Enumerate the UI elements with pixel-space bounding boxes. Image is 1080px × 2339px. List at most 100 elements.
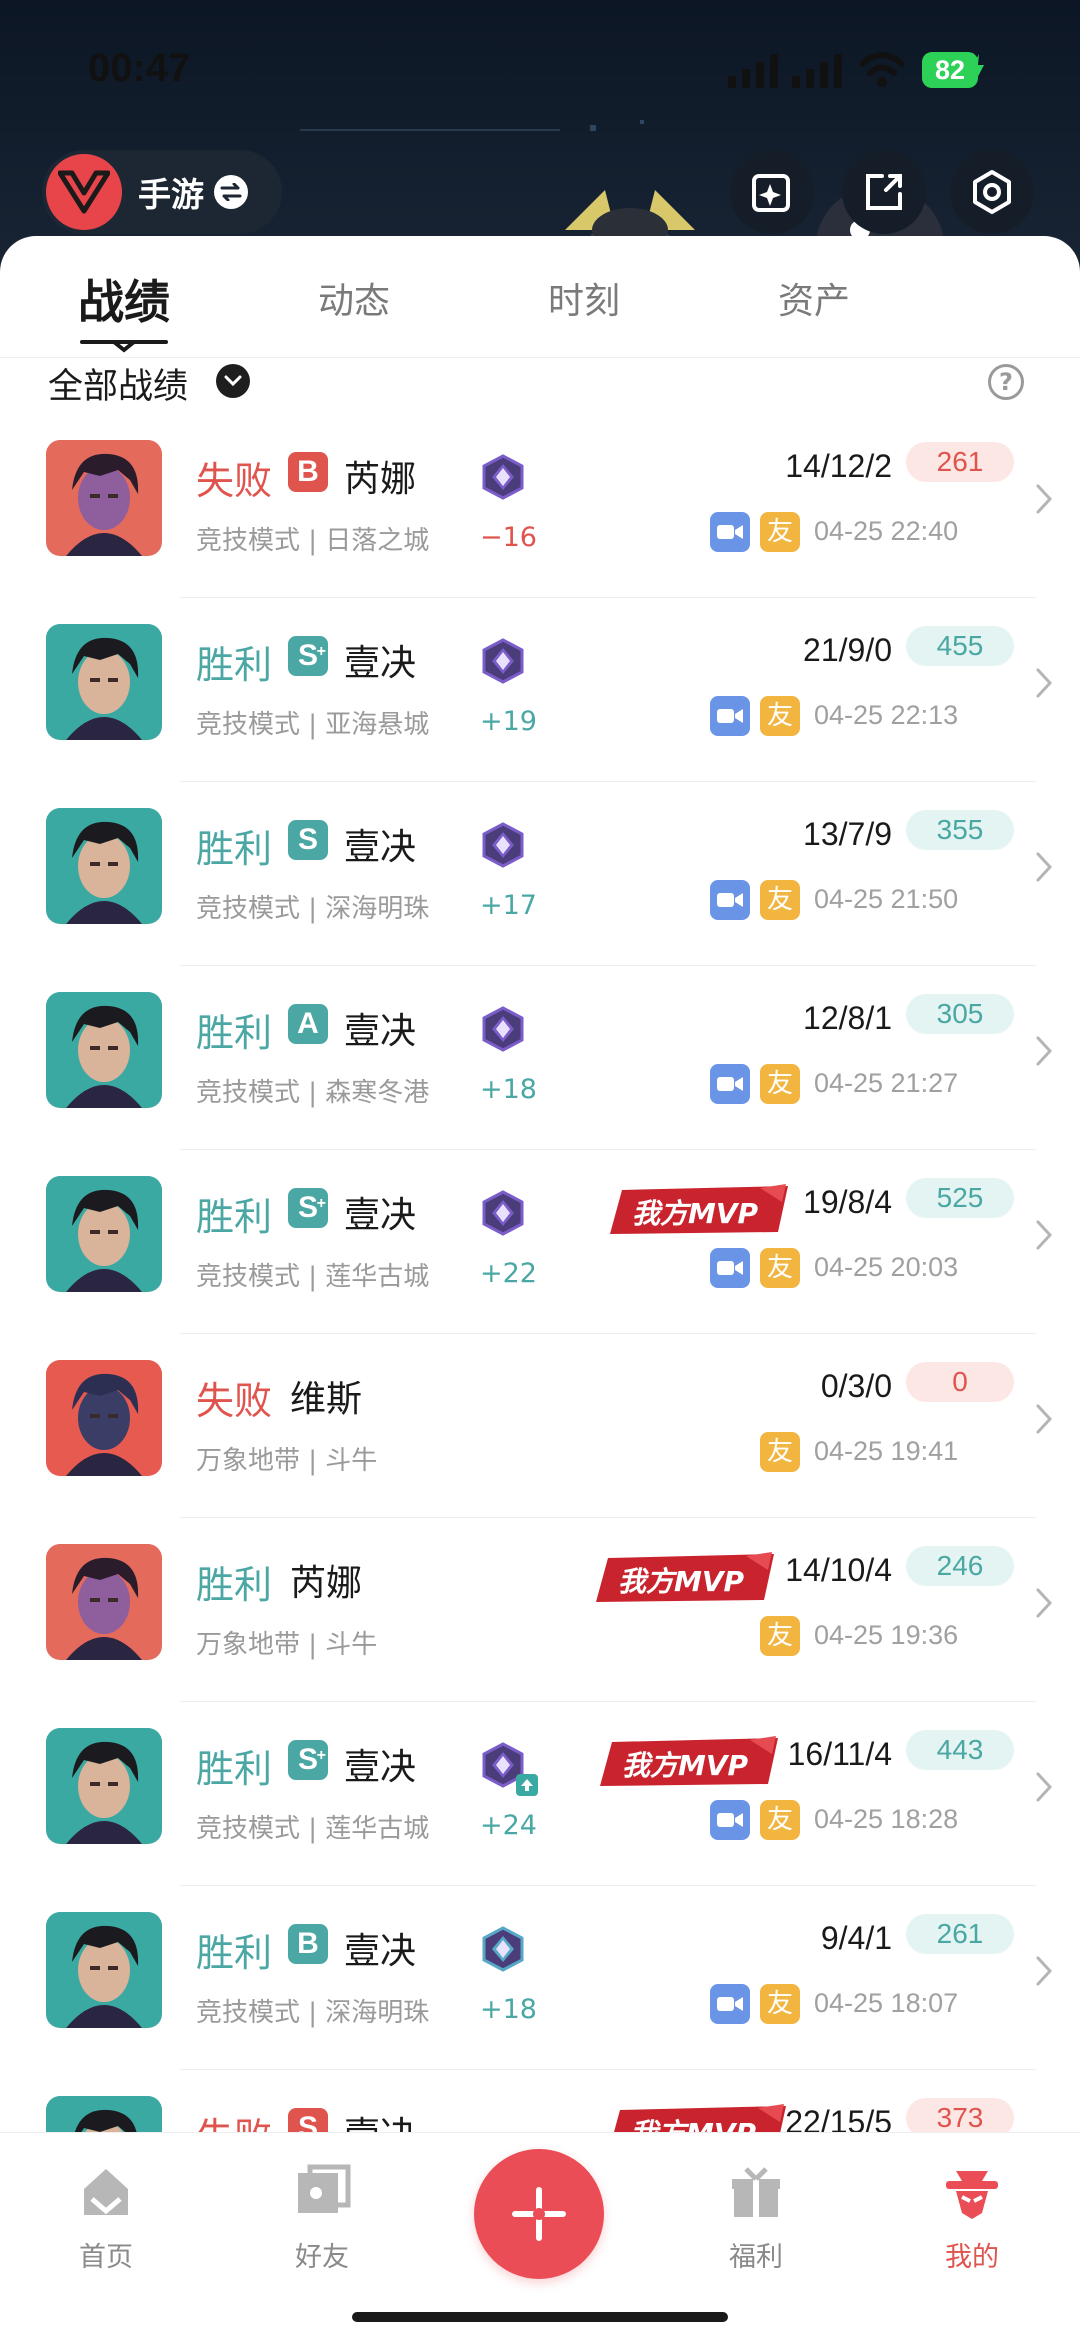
nav-benefits[interactable]: 福利 [696, 2163, 816, 2274]
chevron-right-icon [1036, 1588, 1053, 1618]
hero-name: 壹决 [344, 1931, 417, 1972]
kda: 19/8/4 [803, 1184, 892, 1220]
rank-icon [482, 1926, 524, 1972]
match-mode: 竞技模式 | 深海明珠 [196, 1998, 430, 2028]
video-icon[interactable] [710, 880, 750, 920]
kda: 22/15/5 [785, 2104, 892, 2132]
chevron-right-icon [1036, 852, 1053, 882]
settings-button[interactable] [950, 150, 1034, 234]
photo-sparkle-icon [752, 174, 790, 212]
hero-name: 壹决 [344, 1195, 417, 1236]
hero-name: 芮娜 [344, 459, 417, 500]
match-result: 胜利 [196, 1195, 273, 1239]
game-switch-button[interactable]: 手游 [42, 150, 282, 234]
cell-signal-icon [728, 54, 778, 88]
score-badge: 246 [906, 1546, 1014, 1586]
hero-avatar [46, 2096, 162, 2132]
tab-feed[interactable]: 动态 [318, 272, 390, 324]
video-icon[interactable] [710, 1064, 750, 1104]
score-badge: 261 [906, 442, 1014, 482]
nav-home[interactable]: 首页 [46, 2163, 166, 2274]
match-mode: 竞技模式 | 亚海悬城 [196, 710, 430, 740]
match-row[interactable]: 胜利 A 壹决 竞技模式 | 森寒冬港 +18 12/8/1 305 友 04-… [0, 966, 1080, 1150]
video-icon[interactable] [710, 1984, 750, 2024]
match-result: 胜利 [196, 1011, 273, 1055]
match-result: 失败 [196, 1379, 273, 1423]
kda: 14/10/4 [785, 1552, 892, 1588]
score-badge: 373 [906, 2098, 1014, 2132]
friend-tag: 友 [760, 1616, 800, 1656]
hero-name: 维斯 [290, 1379, 363, 1420]
help-icon[interactable]: ? [988, 364, 1024, 400]
score-badge: 443 [906, 1730, 1014, 1770]
nav-friends-label: 好友 [295, 2242, 349, 2273]
hero-avatar [46, 624, 162, 740]
grade-badge: S + [288, 636, 328, 676]
add-button[interactable] [474, 2149, 604, 2279]
rank-delta: +18 [480, 1074, 537, 1105]
video-icon[interactable] [710, 1248, 750, 1288]
match-mode: 竞技模式 | 莲华古城 [196, 1262, 430, 1292]
hero-name: 壹决 [344, 827, 417, 868]
match-row[interactable]: 失败 S 壹决 我方MVP 22/15/5 373 [0, 2070, 1080, 2132]
friend-tag: 友 [760, 512, 800, 552]
match-mode: 竞技模式 | 日落之城 [196, 526, 430, 556]
chevron-right-icon [1036, 668, 1053, 698]
bottom-nav: 首页 好友 福利 我的 [0, 2132, 1080, 2339]
match-row[interactable]: 失败 B 芮娜 竞技模式 | 日落之城 −16 14/12/2 261 友 04… [0, 414, 1080, 598]
video-icon[interactable] [710, 512, 750, 552]
game-switch-label: 手游 [138, 175, 204, 214]
match-result: 胜利 [196, 1931, 273, 1975]
rank-delta: +19 [480, 706, 537, 737]
friends-icon [298, 2164, 351, 2213]
chevron-right-icon [1036, 1956, 1053, 1986]
match-datetime: 04-25 20:03 [814, 1252, 959, 1282]
rank-icon [482, 1006, 524, 1052]
video-icon[interactable] [710, 696, 750, 736]
score-badge: 261 [906, 1914, 1014, 1954]
grade-badge: B [288, 1924, 328, 1964]
status-time: 00:47 [88, 46, 191, 90]
share-button[interactable] [842, 150, 926, 234]
match-datetime: 04-25 21:50 [814, 884, 959, 914]
kda: 9/4/1 [820, 1920, 892, 1956]
nav-friends[interactable]: 好友 [262, 2163, 382, 2274]
match-row[interactable]: 胜利 S + 壹决 竞技模式 | 莲华古城 +22 我方MVP 19/8/4 5… [0, 1150, 1080, 1334]
video-icon[interactable] [710, 1800, 750, 1840]
match-datetime: 04-25 21:27 [814, 1068, 959, 1098]
grade-badge: S [288, 820, 328, 860]
match-result: 胜利 [196, 827, 273, 871]
match-row[interactable]: 胜利 S 壹决 竞技模式 | 深海明珠 +17 13/7/9 355 友 04-… [0, 782, 1080, 966]
tab-moments[interactable]: 时刻 [548, 272, 620, 324]
filter-dropdown-label[interactable]: 全部战绩 [48, 358, 188, 409]
friend-tag: 友 [760, 1248, 800, 1288]
profile-agent-icon [946, 2171, 998, 2219]
nav-me[interactable]: 我的 [912, 2163, 1032, 2274]
wifi-icon [860, 52, 904, 87]
tab-bar: 战绩 动态 时刻 资产 [0, 236, 1080, 358]
rank-delta: +18 [480, 1994, 537, 2025]
match-row[interactable]: 胜利 B 壹决 竞技模式 | 深海明珠 +18 9/4/1 261 友 04-2… [0, 1886, 1080, 2070]
hero-avatar [46, 1176, 162, 1292]
tab-assets[interactable]: 资产 [778, 272, 850, 324]
chevron-down-icon[interactable] [216, 364, 250, 398]
settings-hexagon-icon [973, 170, 1011, 214]
match-result: 失败 [196, 2106, 272, 2132]
grade-badge: B [288, 452, 328, 492]
rank-delta: −16 [480, 522, 537, 553]
hero-avatar [46, 1360, 162, 1476]
swap-icon [214, 175, 248, 209]
hero-avatar [46, 1912, 162, 2028]
match-row[interactable]: 胜利 S + 壹决 竞技模式 | 莲华古城 +24 我方MVP 16/11/4 … [0, 1702, 1080, 1886]
hero-avatar [46, 1544, 162, 1660]
match-mode: 竞技模式 | 森寒冬港 [196, 1078, 430, 1108]
tab-records[interactable]: 战绩 [78, 266, 170, 332]
photo-card-button[interactable] [730, 150, 814, 234]
match-row[interactable]: 胜利 芮娜 万象地带 | 斗牛 我方MVP 14/10/4 246 友 04-2… [0, 1518, 1080, 1702]
match-row[interactable]: 胜利 S + 壹决 竞技模式 | 亚海悬城 +19 21/9/0 455 友 0… [0, 598, 1080, 782]
grade-badge: A [288, 1004, 328, 1044]
match-mode: 万象地带 | 斗牛 [196, 1446, 378, 1476]
match-row[interactable]: 失败 维斯 万象地带 | 斗牛 0/3/0 0 友 04-25 19:41 [0, 1334, 1080, 1518]
hero-name: 壹决 [344, 1747, 417, 1788]
rank-icon [482, 454, 524, 500]
